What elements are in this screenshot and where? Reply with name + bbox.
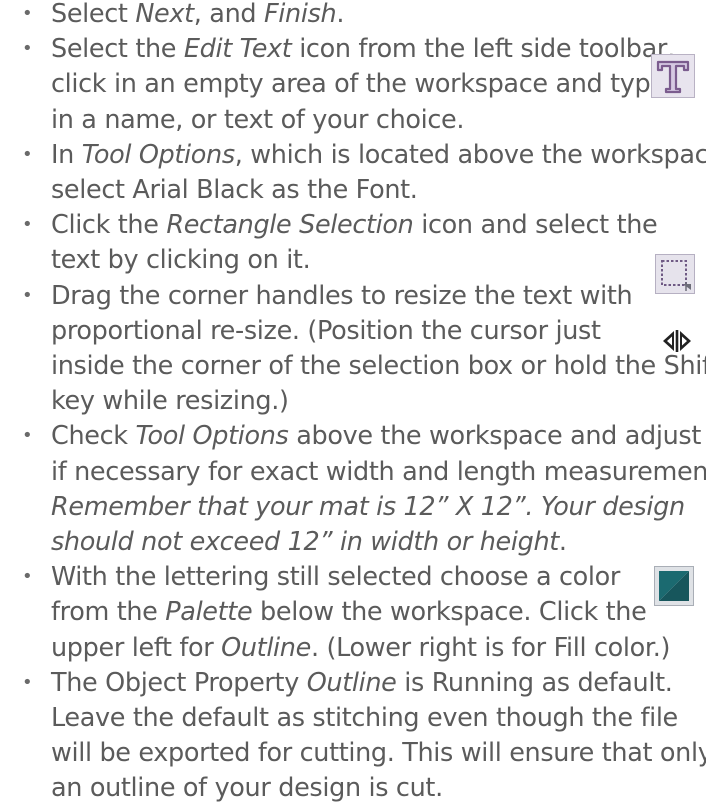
text-run: upper left for [51, 632, 222, 663]
bullet-marker: • [22, 425, 33, 447]
item-text-line: Leave the default as stitching even thou… [51, 701, 678, 735]
emphasis-text: Finish [263, 0, 337, 29]
text-run: proportional re-size. (Position the curs… [51, 315, 601, 346]
text-run: Leave the default as stitching even thou… [51, 702, 678, 733]
item-text-line: Check Tool Options above the workspace a… [51, 419, 701, 453]
item-text-line: Drag the corner handles to resize the te… [51, 279, 633, 313]
item-text-line: In Tool Options, which is located above … [51, 138, 706, 172]
emphasis-text: Remember that your mat is 12” X 12”. You… [51, 491, 685, 522]
text-run: Select the [51, 34, 184, 65]
text-run: . (Lower right is for Fill color.) [310, 632, 671, 663]
color-palette-icon [654, 566, 694, 606]
text-run: is Running as default. [396, 667, 673, 698]
text-run: select Arial Black as the Font. [51, 174, 418, 205]
text-run: below the workspace. Click the [252, 597, 647, 628]
item-text-line: Click the Rectangle Selection icon and s… [51, 208, 658, 242]
emphasis-text: Edit Text [183, 34, 292, 65]
emphasis-text: Palette [165, 597, 253, 628]
item-text-line: proportional re-size. (Position the curs… [51, 314, 601, 348]
emphasis-text: should not exceed 12” in width or height [51, 526, 559, 557]
text-run: The Object Property [51, 667, 307, 698]
text-run: key while resizing.) [51, 386, 289, 417]
text-run: if necessary for exact width and length … [51, 456, 706, 487]
text-run: an outline of your design is cut. [51, 773, 443, 804]
item-text-line: in a name, or text of your choice. [51, 103, 465, 137]
text-run: With the lettering still selected choose… [51, 562, 621, 593]
bullet-marker: • [22, 3, 33, 24]
text-run: from the [51, 597, 166, 628]
text-run: icon from the left side toolbar, [291, 34, 675, 65]
text-run: icon and select the [413, 210, 658, 241]
text-run: in a name, or text of your choice. [51, 104, 465, 135]
text-run: above the workspace and adjust [288, 421, 702, 452]
text-run: click in an empty area of the workspace … [51, 69, 666, 100]
item-text-line: click in an empty area of the workspace … [51, 67, 666, 101]
rectangle-selection-icon [655, 254, 695, 294]
item-text-line: key while resizing.) [51, 384, 289, 418]
emphasis-text: Next [135, 0, 194, 29]
item-text-line: Select Next, and Finish. [51, 0, 344, 31]
emphasis-text: Tool Options [135, 421, 289, 452]
bullet-marker: • [22, 566, 33, 588]
item-text-line: an outline of your design is cut. [51, 771, 443, 805]
text-run: Click the [51, 210, 167, 241]
text-run: Select [51, 0, 136, 29]
item-text-line: Remember that your mat is 12” X 12”. You… [51, 490, 685, 524]
text-run: inside the corner of the selection box o… [51, 350, 706, 381]
item-text-line: select Arial Black as the Font. [51, 173, 418, 207]
item-text-line: With the lettering still selected choose… [51, 560, 620, 594]
item-text-line: should not exceed 12” in width or height… [51, 525, 567, 559]
item-text-line: if necessary for exact width and length … [51, 455, 706, 489]
bullet-marker: • [22, 214, 33, 236]
resize-handle-icon [663, 330, 691, 352]
item-text-line: Select the Edit Text icon from the left … [51, 32, 675, 66]
bullet-marker: • [22, 143, 33, 165]
text-run: Check [51, 421, 136, 452]
item-text-line: text by clicking on it. [51, 243, 311, 277]
emphasis-text: Outline [306, 667, 397, 698]
text-run: will be exported for cutting. This will … [51, 738, 706, 769]
text-run: . [336, 0, 345, 29]
text-run: , and [193, 0, 264, 29]
edit-text-icon [651, 54, 695, 98]
text-run: , which is located above the workspace, [234, 139, 706, 170]
text-run: . [558, 526, 567, 557]
item-text-line: inside the corner of the selection box o… [51, 349, 706, 383]
bullet-marker: • [22, 671, 33, 693]
item-text-line: upper left for Outline. (Lower right is … [51, 631, 670, 665]
emphasis-text: Rectangle Selection [166, 210, 414, 241]
item-text-line: will be exported for cutting. This will … [51, 736, 706, 770]
bullet-marker: • [22, 38, 33, 60]
emphasis-text: Outline [221, 632, 311, 663]
emphasis-text: Tool Options [81, 139, 235, 170]
item-text-line: The Object Property Outline is Running a… [51, 666, 673, 700]
bullet-marker: • [22, 284, 33, 306]
text-run: In [51, 139, 82, 170]
text-run: Drag the corner handles to resize the te… [51, 280, 633, 311]
text-run: text by clicking on it. [51, 245, 311, 276]
item-text-line: from the Palette below the workspace. Cl… [51, 595, 647, 629]
